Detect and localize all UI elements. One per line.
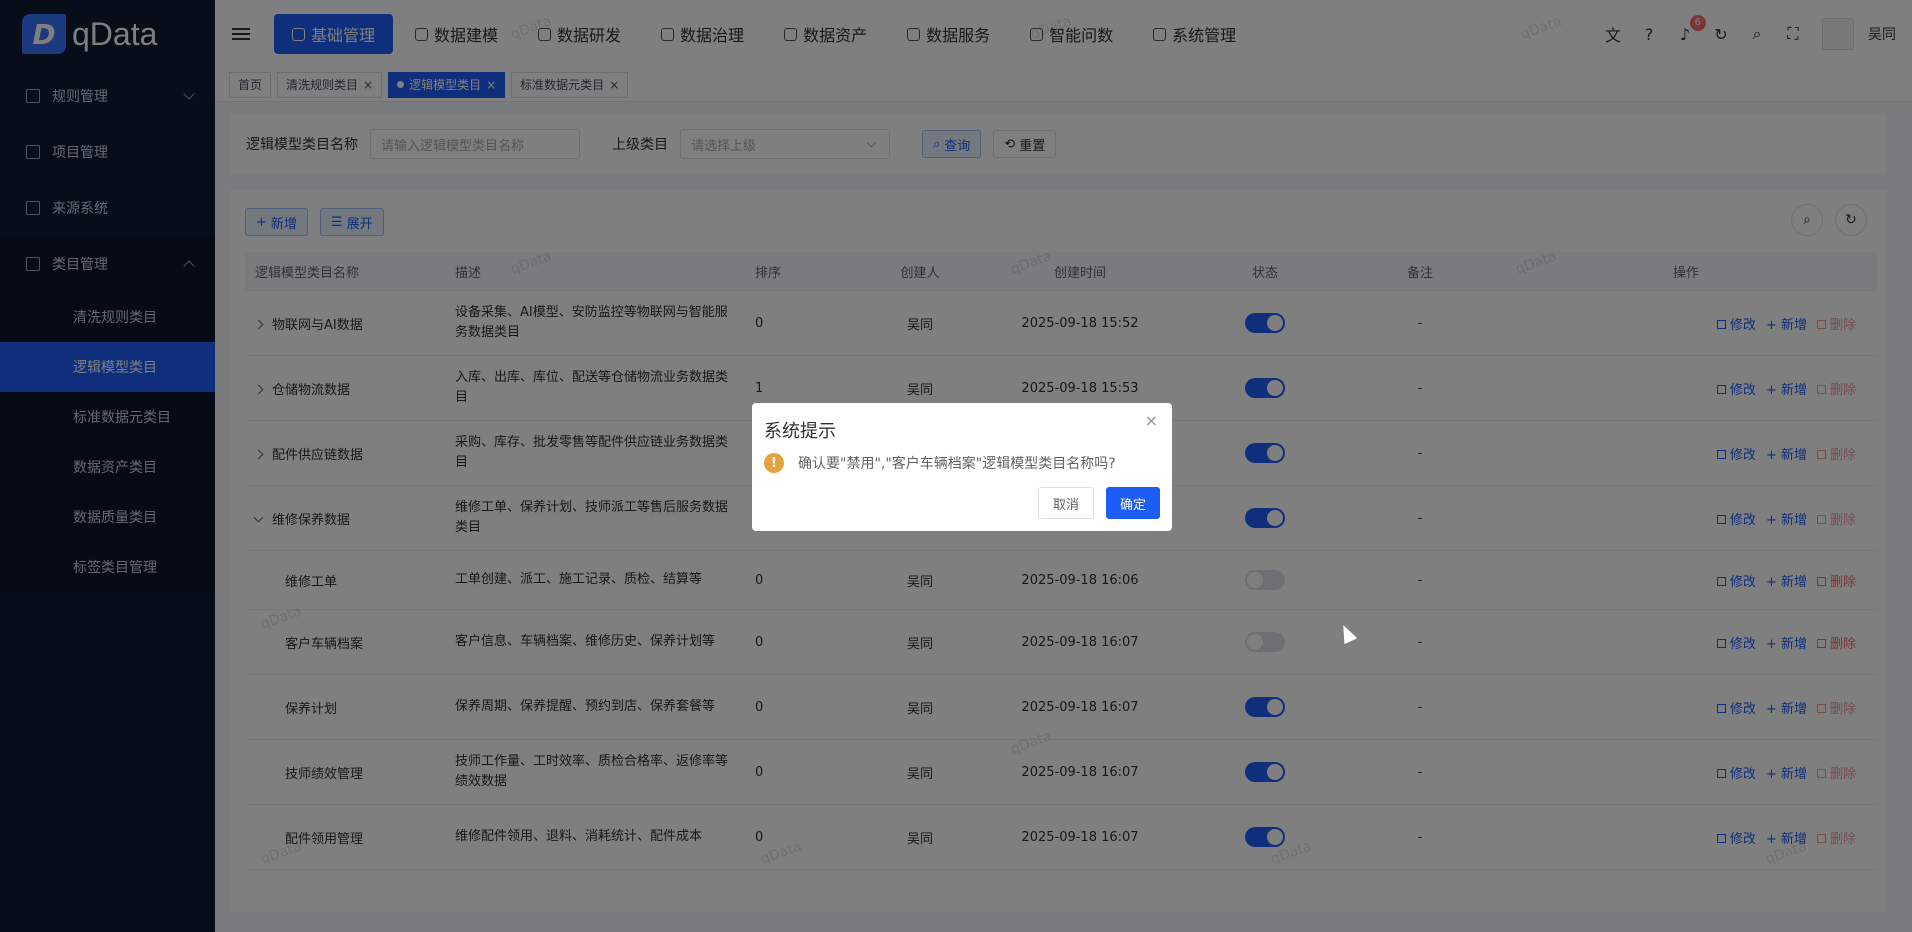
cancel-button[interactable]: 取消 <box>1037 487 1094 519</box>
app-root: D qData 规则管理 项目管理 来源系统 类目管理 清洗规则类目 逻辑模型类… <box>0 0 1912 932</box>
confirm-dialog: 系统提示 × ! 确认要"禁用","客户车辆档案"逻辑模型类目名称吗? 取消 确… <box>752 403 1172 531</box>
close-icon[interactable]: × <box>1145 411 1158 430</box>
warning-icon: ! <box>764 453 784 473</box>
dialog-message: 确认要"禁用","客户车辆档案"逻辑模型类目名称吗? <box>798 456 1116 472</box>
dialog-body: ! 确认要"禁用","客户车辆档案"逻辑模型类目名称吗? <box>764 453 1160 473</box>
confirm-button[interactable]: 确定 <box>1105 487 1160 519</box>
dialog-title: 系统提示 <box>764 421 836 442</box>
dialog-actions: 取消 确定 <box>1026 487 1160 519</box>
